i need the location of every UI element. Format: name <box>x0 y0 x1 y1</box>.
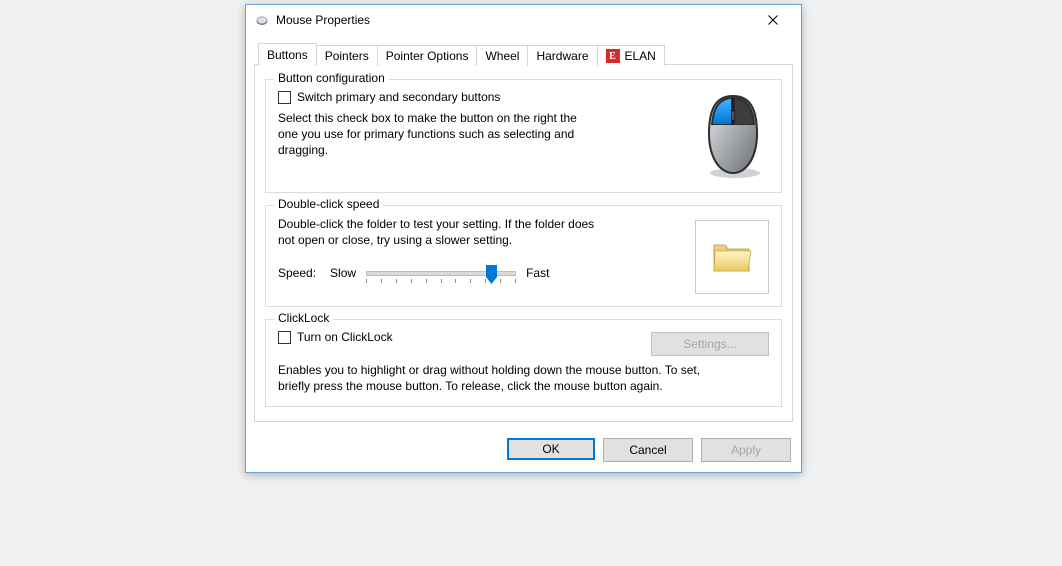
double-click-speed-group: Double-click speed Double-click the fold… <box>265 205 782 307</box>
group-title: Button configuration <box>274 71 389 85</box>
clicklock-group: ClickLock Turn on ClickLock Settings... <box>265 319 782 407</box>
tab-label: Hardware <box>536 49 588 63</box>
checkbox-box <box>278 331 291 344</box>
button-config-description: Select this check box to make the button… <box>278 110 598 159</box>
cancel-button[interactable]: Cancel <box>603 438 693 462</box>
tab-label: ELAN <box>625 49 656 63</box>
tab-wheel[interactable]: Wheel <box>476 45 528 66</box>
elan-icon: E <box>606 49 620 63</box>
titlebar: Mouse Properties <box>246 5 801 35</box>
mouse-illustration <box>697 90 769 180</box>
button-label: OK <box>542 442 559 456</box>
checkbox-box <box>278 91 291 104</box>
tab-panel: Button configuration Switch primary and … <box>254 64 793 422</box>
tab-buttons[interactable]: Buttons <box>258 43 317 66</box>
group-title: ClickLock <box>274 311 333 325</box>
tab-label: Buttons <box>267 48 308 62</box>
close-button[interactable] <box>753 6 793 34</box>
apply-button: Apply <box>701 438 791 462</box>
tab-label: Pointers <box>325 49 369 63</box>
mouse-icon <box>254 12 270 28</box>
switch-buttons-checkbox[interactable]: Switch primary and secondary buttons <box>278 90 677 104</box>
clicklock-description: Enables you to highlight or drag without… <box>278 362 718 394</box>
window-title: Mouse Properties <box>276 13 753 27</box>
dialog-button-row: OK Cancel Apply <box>246 430 801 472</box>
button-configuration-group: Button configuration Switch primary and … <box>265 79 782 193</box>
speed-slider-row: Speed: Slow <box>278 266 675 280</box>
folder-test-area[interactable] <box>695 220 769 294</box>
speed-label: Speed: <box>278 266 316 280</box>
clicklock-checkbox[interactable]: Turn on ClickLock <box>278 330 651 344</box>
tab-pointers[interactable]: Pointers <box>316 45 378 66</box>
tab-hardware[interactable]: Hardware <box>527 45 597 66</box>
tab-label: Pointer Options <box>386 49 469 63</box>
tab-label: Wheel <box>485 49 519 63</box>
slider-thumb[interactable] <box>486 265 497 284</box>
slow-label: Slow <box>330 266 356 280</box>
double-click-description: Double-click the folder to test your set… <box>278 216 608 248</box>
checkbox-label: Switch primary and secondary buttons <box>297 90 500 104</box>
folder-icon <box>711 239 753 275</box>
button-label: Settings... <box>683 337 736 351</box>
checkbox-label: Turn on ClickLock <box>297 330 393 344</box>
mouse-properties-dialog: Mouse Properties Buttons Pointers Pointe… <box>245 4 802 473</box>
content-area: Buttons Pointers Pointer Options Wheel H… <box>246 35 801 430</box>
button-label: Cancel <box>629 443 666 457</box>
clicklock-settings-button: Settings... <box>651 332 769 356</box>
fast-label: Fast <box>526 266 549 280</box>
ok-button[interactable]: OK <box>507 438 595 460</box>
group-title: Double-click speed <box>274 197 383 211</box>
button-label: Apply <box>731 443 761 457</box>
tab-pointer-options[interactable]: Pointer Options <box>377 45 478 66</box>
speed-slider[interactable] <box>366 271 516 276</box>
tab-elan[interactable]: E ELAN <box>597 45 665 66</box>
tab-strip: Buttons Pointers Pointer Options Wheel H… <box>258 41 793 65</box>
